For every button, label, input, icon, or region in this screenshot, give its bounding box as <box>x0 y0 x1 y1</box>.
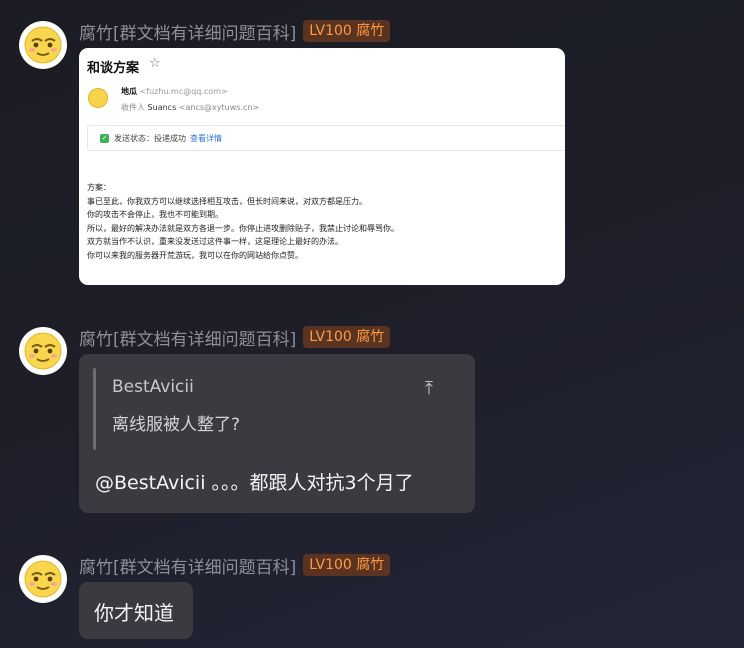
avatar[interactable] <box>19 327 67 375</box>
sender-name[interactable]: 腐竹[群文档有详细问题百科] <box>79 553 296 578</box>
message-bubble[interactable]: 你才知道 <box>79 582 193 639</box>
to-address: <ancs@xytuws.cn> <box>178 103 260 112</box>
body-line: 双方就当作不认识，重来没发送过这件事一样，这是理论上最好的办法。 <box>87 237 343 247</box>
email-screenshot-image[interactable]: 和谈方案 ☆ 地瓜 <fuzhu.mc@qq.com> 收件人 Suancs <… <box>79 48 565 285</box>
body-line: 事已至此，你我双方可以继续选择相互攻击，但长时间来说，对双方都是压力。 <box>87 196 367 206</box>
message-header: 腐竹[群文档有详细问题百科] LV100 腐竹 <box>79 325 391 350</box>
emoji-face-icon <box>24 26 62 64</box>
level-badge: LV100 腐竹 <box>303 326 391 348</box>
email-subject: 和谈方案 <box>87 61 140 76</box>
level-badge: LV100 腐竹 <box>303 20 391 42</box>
body-line: 方案： <box>87 183 111 192</box>
avatar[interactable] <box>19 21 67 69</box>
from-address: <fuzhu.mc@qq.com> <box>139 87 228 96</box>
quoted-sender: BestAvicii <box>112 377 194 397</box>
email-to: 收件人 Suancs <ancs@xytuws.cn> <box>121 102 259 113</box>
status-label: 发送状态：投递成功 <box>114 133 186 143</box>
body-line: 你的攻击不会停止，我也不可能到期。 <box>87 210 223 220</box>
quoted-text: 离线服被人整了? <box>112 415 241 435</box>
emoji-face-icon <box>24 560 62 598</box>
delivery-status: ✓ 发送状态：投递成功 查看详情 <box>87 125 565 151</box>
status-detail-link: 查看详情 <box>190 133 222 143</box>
emoji-face-icon <box>24 332 62 370</box>
from-name: 地瓜 <box>121 87 137 96</box>
jump-to-top-icon[interactable]: ⤒ <box>425 378 433 399</box>
sender-avatar-icon <box>88 88 108 108</box>
email-from: 地瓜 <fuzhu.mc@qq.com> <box>121 86 228 97</box>
body-line: 所以，最好的解决办法就是双方各退一步。你停止进攻删除贴子，我禁止讨论和辱骂你。 <box>87 223 399 233</box>
body-line: 你可以来我的服务器开荒游玩，我可以在你的网站给你点赞。 <box>87 250 303 260</box>
star-outline-icon: ☆ <box>149 56 161 71</box>
sender-name[interactable]: 腐竹[群文档有详细问题百科] <box>79 19 296 44</box>
email-body: 方案： 事已至此，你我双方可以继续选择相互攻击，但长时间来说，对双方都是压力。 … <box>87 181 399 263</box>
message-text: @BestAvicii 。。。都跟人对抗3个月了 <box>95 472 414 494</box>
quote-bar <box>93 368 96 450</box>
message-text: 你才知道 <box>94 601 174 625</box>
message-bubble[interactable]: BestAvicii 离线服被人整了? ⤒ @BestAvicii 。。。都跟人… <box>79 354 475 513</box>
message-header: 腐竹[群文档有详细问题百科] LV100 腐竹 <box>79 19 391 44</box>
check-icon: ✓ <box>100 133 109 143</box>
level-badge: LV100 腐竹 <box>303 554 391 576</box>
avatar[interactable] <box>19 555 67 603</box>
to-label: 收件人 <box>121 103 145 112</box>
sender-name[interactable]: 腐竹[群文档有详细问题百科] <box>79 325 296 350</box>
message-header: 腐竹[群文档有详细问题百科] LV100 腐竹 <box>79 553 391 578</box>
to-name: Suancs <box>147 103 177 112</box>
